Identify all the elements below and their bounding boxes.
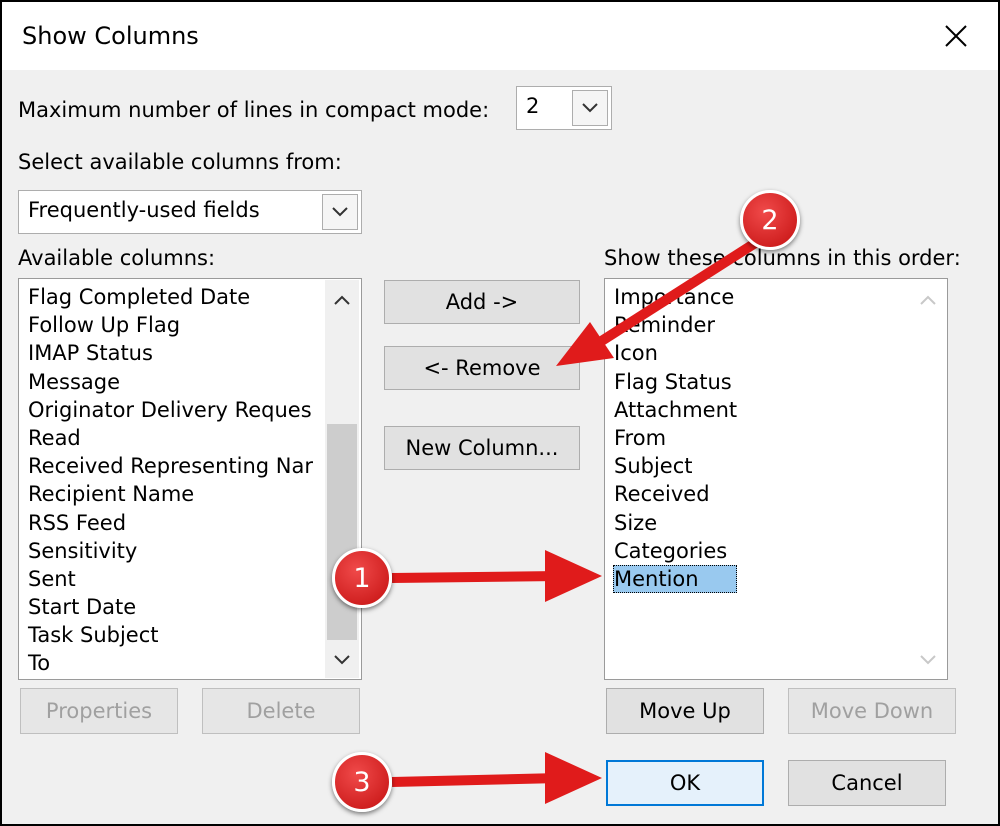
- list-item[interactable]: Recipient Name: [27, 480, 313, 508]
- available-columns-list[interactable]: Flag Completed Date Follow Up Flag IMAP St…: [18, 278, 362, 680]
- list-item[interactable]: Reminder: [613, 311, 737, 339]
- list-item[interactable]: Categories: [613, 537, 737, 565]
- available-columns-label: Available columns:: [18, 246, 216, 270]
- list-item[interactable]: Sent: [27, 565, 313, 593]
- scroll-up-button: [911, 284, 945, 316]
- list-item[interactable]: Task Subject: [27, 621, 313, 649]
- compact-mode-value: 2: [526, 94, 540, 118]
- chevron-up-icon: [920, 295, 936, 305]
- chevron-down-icon: [582, 103, 598, 113]
- show-columns-order-label: Show these columns in this order:: [604, 246, 961, 270]
- list-item[interactable]: Received Representing Nar: [27, 452, 313, 480]
- compact-mode-dropdown-button[interactable]: [572, 90, 608, 126]
- close-button[interactable]: [932, 12, 980, 60]
- column-source-select[interactable]: Frequently-used fields: [18, 190, 362, 234]
- list-item[interactable]: Originator Delivery Reques: [27, 396, 313, 424]
- select-columns-from-label: Select available columns from:: [18, 150, 342, 174]
- shown-scrollbar: [911, 280, 945, 678]
- compact-mode-label: Maximum number of lines in compact mode:: [18, 98, 490, 122]
- list-item[interactable]: To: [27, 649, 313, 677]
- available-scrollbar[interactable]: [325, 280, 359, 678]
- list-item[interactable]: Flag Status: [613, 368, 737, 396]
- compact-mode-select[interactable]: 2: [516, 86, 612, 130]
- list-item[interactable]: Received: [613, 480, 737, 508]
- column-source-value: Frequently-used fields: [28, 198, 260, 222]
- move-down-button[interactable]: Move Down: [788, 688, 956, 734]
- chevron-down-icon: [920, 655, 936, 665]
- list-item[interactable]: IMAP Status: [27, 339, 313, 367]
- list-item[interactable]: Message: [27, 368, 313, 396]
- shown-columns-list[interactable]: Importance Reminder Icon Flag Status Attachm…: [604, 278, 948, 680]
- ok-button[interactable]: OK: [606, 760, 764, 806]
- delete-button[interactable]: Delete: [202, 688, 360, 734]
- move-up-button[interactable]: Move Up: [606, 688, 764, 734]
- list-item[interactable]: RSS Feed: [27, 509, 313, 537]
- cancel-button[interactable]: Cancel: [788, 760, 946, 806]
- list-item[interactable]: Sensitivity: [27, 537, 313, 565]
- add-button[interactable]: Add ->: [384, 280, 580, 324]
- list-item[interactable]: Icon: [613, 339, 737, 367]
- list-item[interactable]: Attachment: [613, 396, 737, 424]
- new-column-button[interactable]: New Column...: [384, 426, 580, 470]
- show-columns-dialog: Show Columns Maximum number of lines in …: [2, 2, 998, 824]
- step-3-badge: 3: [332, 752, 392, 812]
- list-item[interactable]: Importance: [613, 283, 737, 311]
- list-item[interactable]: Flag Completed Date: [27, 283, 313, 311]
- list-item[interactable]: Follow Up Flag: [27, 311, 313, 339]
- chevron-down-icon: [334, 655, 350, 665]
- step-2-badge: 2: [740, 190, 800, 250]
- list-item[interactable]: Start Date: [27, 593, 313, 621]
- chevron-down-icon: [332, 207, 348, 217]
- remove-button[interactable]: <- Remove: [384, 346, 580, 390]
- dialog-title: Show Columns: [22, 22, 199, 50]
- scroll-up-button[interactable]: [325, 284, 359, 316]
- close-icon: [945, 25, 967, 47]
- list-item[interactable]: Subject: [613, 452, 737, 480]
- step-1-badge: 1: [332, 548, 392, 608]
- scroll-down-button[interactable]: [325, 644, 359, 676]
- chevron-up-icon: [334, 295, 350, 305]
- list-item[interactable]: Read: [27, 424, 313, 452]
- list-item[interactable]: From: [613, 424, 737, 452]
- scroll-thumb[interactable]: [327, 424, 357, 640]
- list-item[interactable]: Size: [613, 509, 737, 537]
- title-bar: Show Columns: [2, 2, 998, 70]
- scroll-down-button: [911, 644, 945, 676]
- column-source-dropdown-button[interactable]: [322, 194, 358, 230]
- properties-button[interactable]: Properties: [20, 688, 178, 734]
- list-item[interactable]: Mention: [613, 564, 738, 594]
